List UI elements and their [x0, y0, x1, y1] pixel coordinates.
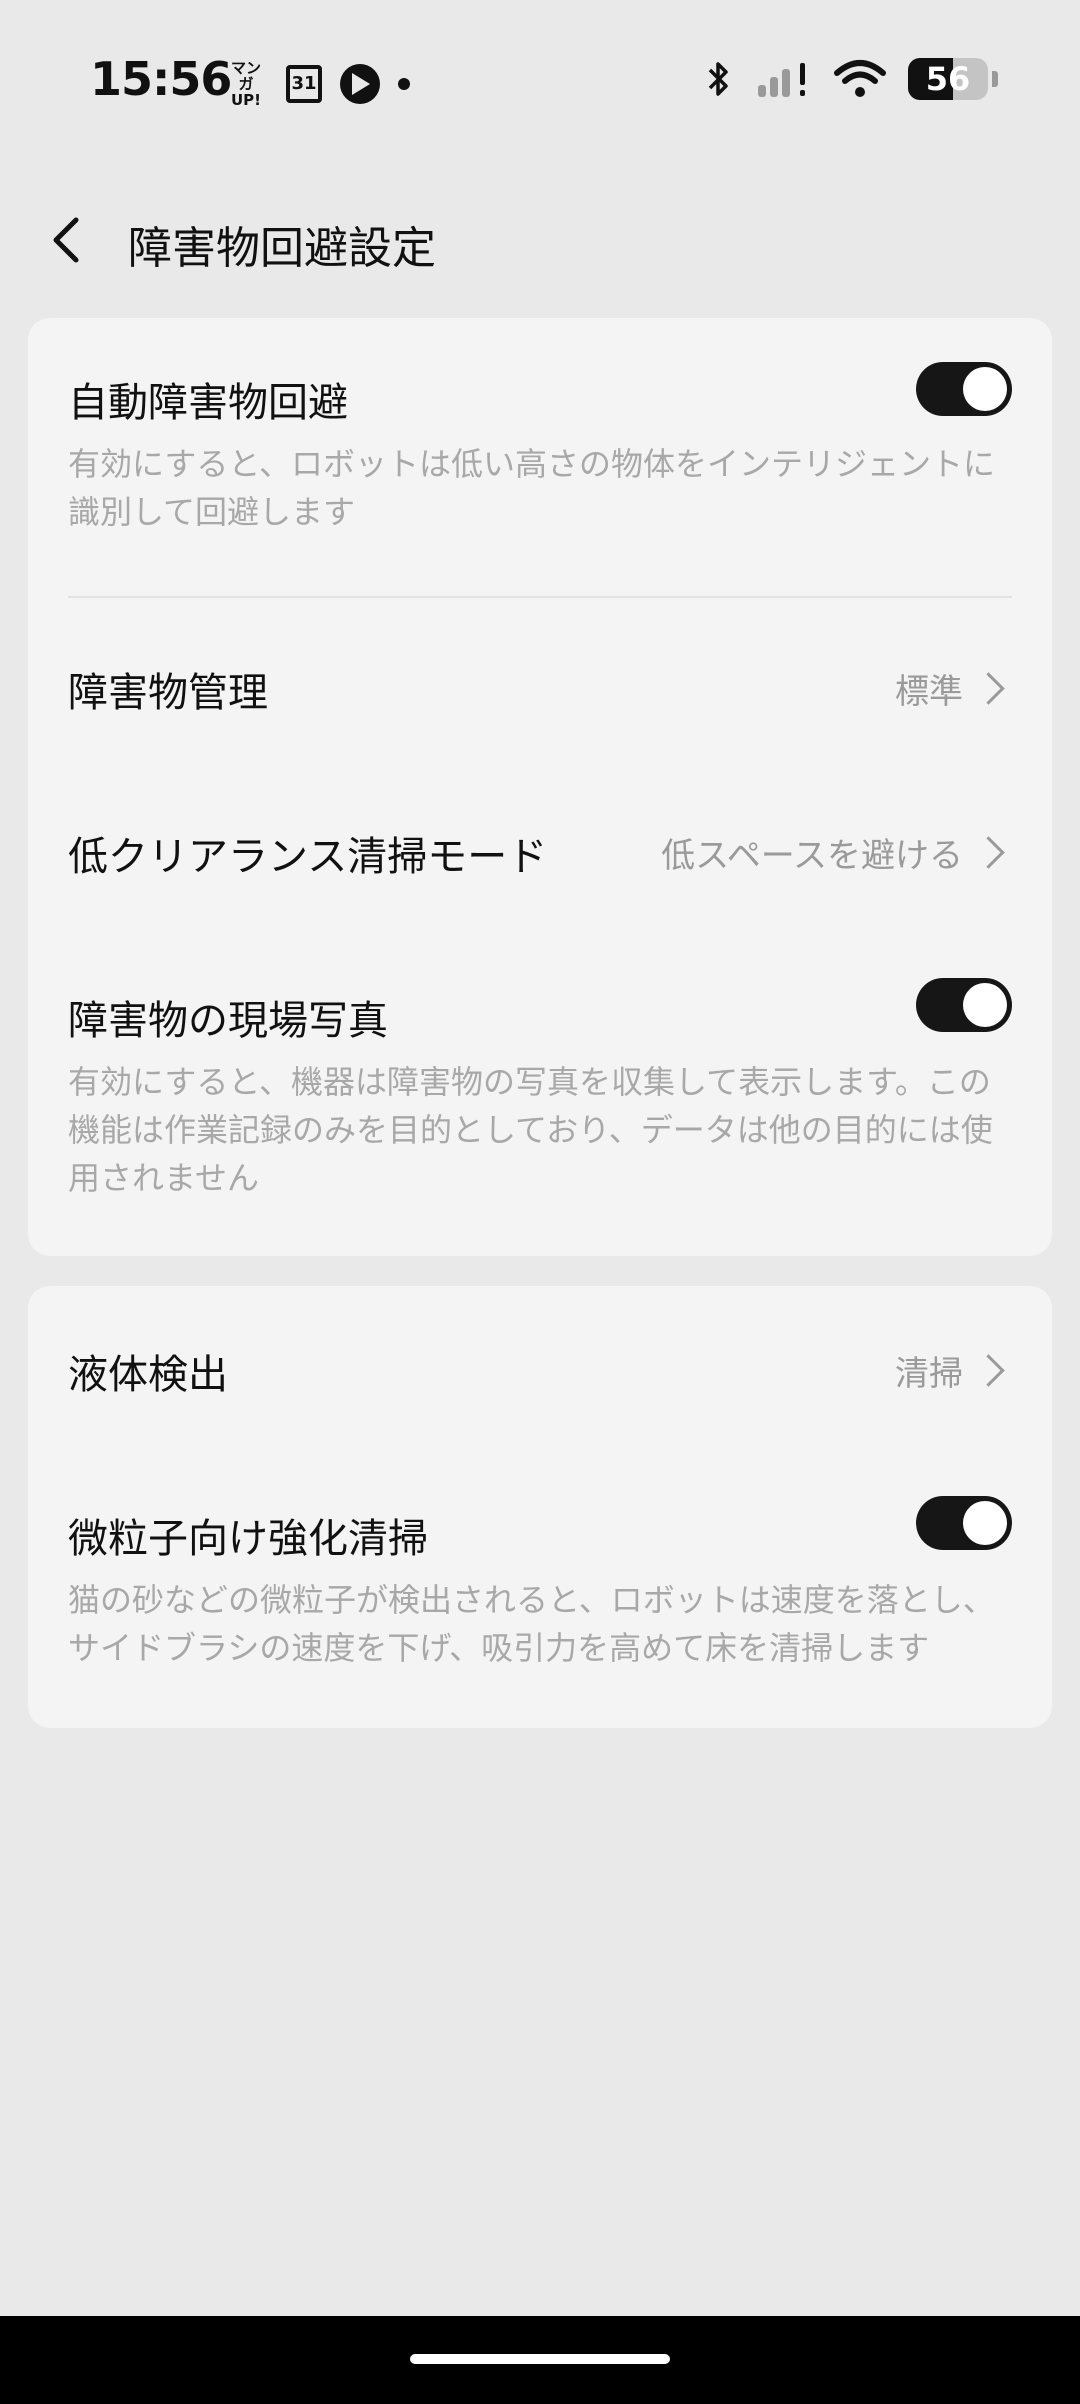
status-bar: 15:56 マンガ UP! 31 56 — [0, 0, 1080, 160]
app-header: 障害物回避設定 — [0, 190, 1080, 290]
system-icons: 56 — [704, 58, 998, 100]
liquid-detection-title: 液体検出 — [68, 1352, 228, 1398]
divider — [68, 596, 1012, 598]
home-indicator[interactable] — [410, 2354, 670, 2364]
scene-photos-toggle[interactable] — [916, 978, 1012, 1032]
page-title: 障害物回避設定 — [128, 223, 436, 274]
chevron-right-icon — [972, 1354, 1005, 1387]
detection-settings-card: 液体検出 清掃 微粒子向け強化清掃 猫の砂などの微粒子が検出されると、ロボットは… — [28, 1286, 1052, 1728]
auto-avoid-setting: 自動障害物回避 有効にすると、ロボットは低い高さの物体をインテリジェントに識別し… — [68, 362, 1012, 531]
toggle-knob — [963, 1501, 1007, 1545]
chevron-right-icon — [972, 672, 1005, 705]
status-time: 15:56 — [90, 52, 232, 106]
system-navigation-bar — [0, 2316, 1080, 2404]
back-arrow-icon — [53, 217, 79, 263]
auto-avoid-toggle[interactable] — [916, 362, 1012, 416]
battery-cap — [992, 71, 998, 87]
wifi-icon — [834, 60, 886, 97]
obstacle-management-value: 標準 — [895, 664, 1006, 713]
manga-app-icon: マンガ UP! — [230, 59, 261, 109]
scene-photos-description: 有効にすると、機器は障害物の写真を収集して表示します。この機能は作業記録のみを目… — [68, 1063, 993, 1197]
cellular-signal-icon — [758, 63, 805, 97]
low-clearance-title: 低クリアランス清掃モード — [68, 834, 548, 880]
notification-icons: マンガ UP! 31 — [224, 60, 410, 108]
auto-avoid-title: 自動障害物回避 — [68, 380, 348, 426]
play-app-icon — [340, 64, 380, 104]
obstacle-management-row[interactable]: 障害物管理 標準 — [68, 660, 1012, 720]
fine-particle-setting: 微粒子向け強化清掃 猫の砂などの微粒子が検出されると、ロボットは速度を落とし、サ… — [68, 1496, 1012, 1686]
liquid-detection-value: 清掃 — [895, 1346, 1006, 1395]
fine-particle-title: 微粒子向け強化清掃 — [68, 1516, 428, 1562]
calendar-icon: 31 — [286, 65, 322, 103]
toggle-knob — [963, 983, 1007, 1027]
low-clearance-row[interactable]: 低クリアランス清掃モード 低スペースを避ける — [68, 824, 1012, 884]
auto-avoid-description: 有効にすると、ロボットは低い高さの物体をインテリジェントに識別して回避します — [68, 445, 996, 531]
back-button[interactable] — [36, 210, 96, 270]
scene-photos-setting: 障害物の現場写真 有効にすると、機器は障害物の写真を収集して表示します。この機能… — [68, 978, 1012, 1208]
obstacle-management-title: 障害物管理 — [68, 670, 268, 716]
chevron-right-icon — [972, 836, 1005, 869]
fine-particle-description: 猫の砂などの微粒子が検出されると、ロボットは速度を落とし、サイドブラシの速度を下… — [68, 1581, 995, 1667]
fine-particle-toggle[interactable] — [916, 1496, 1012, 1550]
bluetooth-icon — [708, 62, 728, 96]
low-clearance-value: 低スペースを避ける — [661, 828, 1006, 877]
obstacle-settings-card: 自動障害物回避 有効にすると、ロボットは低い高さの物体をインテリジェントに識別し… — [28, 318, 1052, 1256]
scene-photos-title: 障害物の現場写真 — [68, 998, 388, 1044]
more-notifications-dot-icon — [398, 78, 410, 90]
battery-icon: 56 — [908, 58, 988, 100]
toggle-knob — [963, 367, 1007, 411]
liquid-detection-row[interactable]: 液体検出 清掃 — [68, 1342, 1012, 1402]
